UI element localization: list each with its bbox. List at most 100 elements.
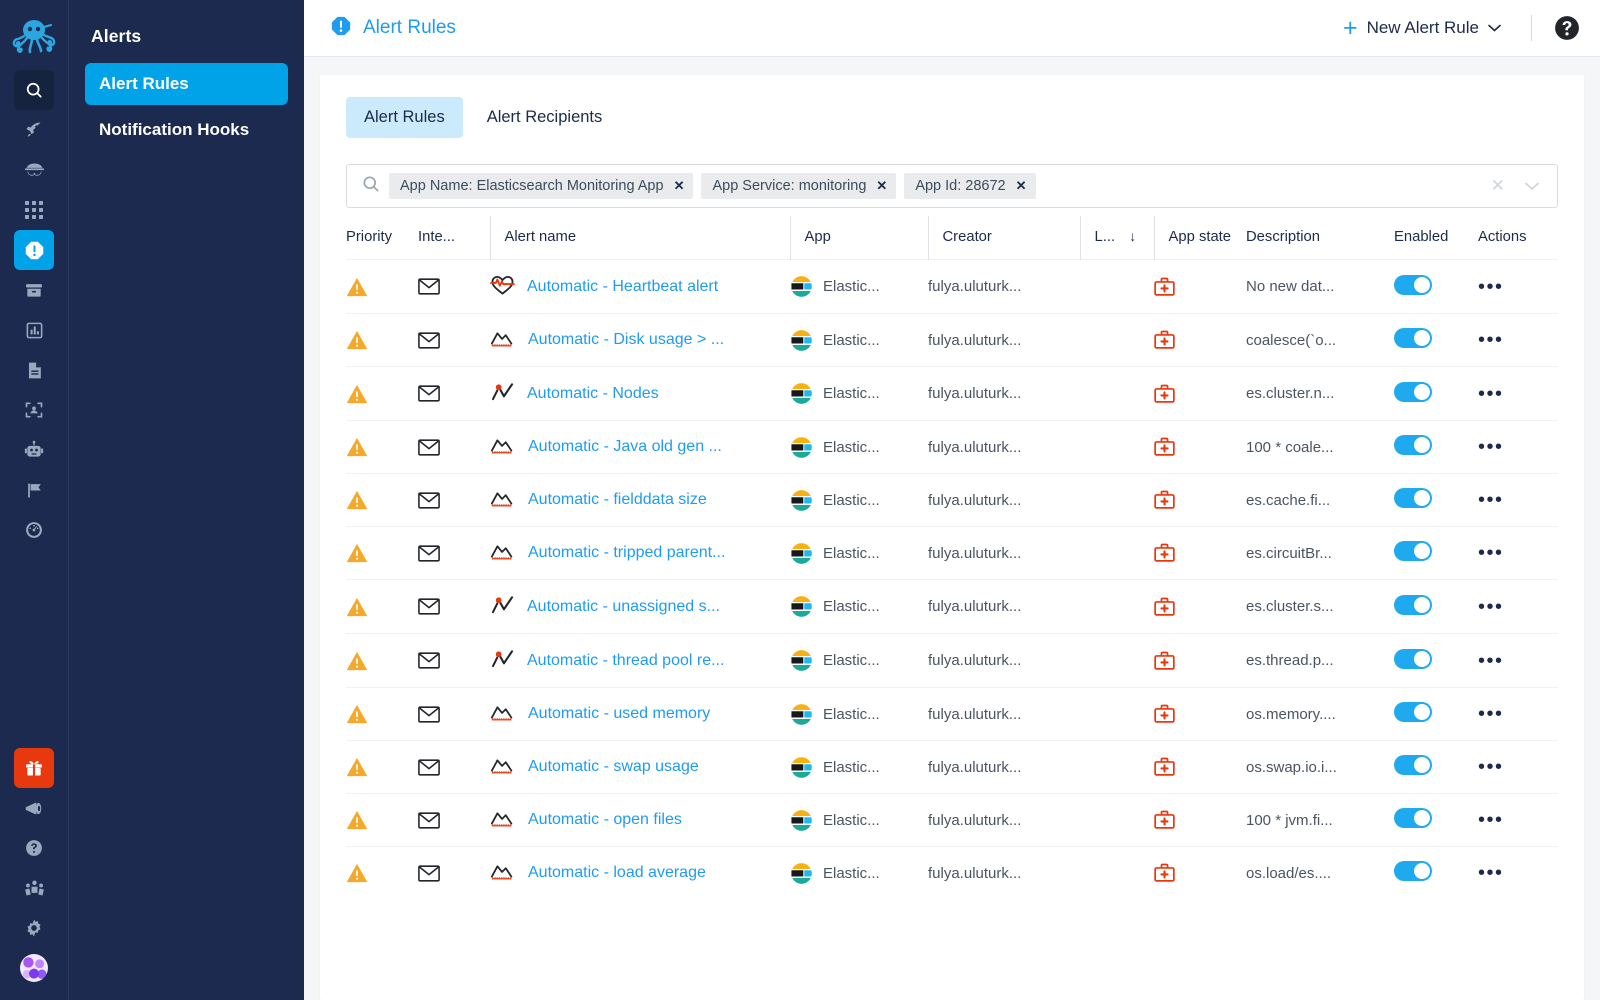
close-icon[interactable]: ✕ (876, 178, 887, 194)
envelope-icon[interactable] (418, 811, 490, 829)
gift-icon[interactable] (14, 748, 54, 788)
column-header-enabled[interactable]: Enabled (1394, 216, 1478, 260)
first-aid-kit-icon[interactable] (1154, 597, 1246, 617)
table-row[interactable]: Automatic - load average Elastic... fulya.… (346, 846, 1558, 899)
community-icon[interactable] (14, 868, 54, 908)
table-row[interactable]: Automatic - used memory Elastic... fulya.u… (346, 687, 1558, 741)
actions-menu-button[interactable]: ••• (1478, 809, 1504, 831)
help-circle-icon[interactable] (1554, 15, 1580, 41)
table-row[interactable]: Automatic - open files Elastic... fulya.ul… (346, 793, 1558, 847)
actions-menu-button[interactable]: ••• (1478, 756, 1504, 778)
enabled-toggle[interactable] (1394, 808, 1432, 828)
table-row[interactable]: Automatic - swap usage Elastic... fulya.ul… (346, 740, 1558, 794)
alert-name-link[interactable]: Automatic - fielddata size (528, 491, 707, 509)
column-header-priority[interactable]: Priority (346, 216, 418, 260)
spy-icon[interactable] (14, 150, 54, 190)
alert-name-link[interactable]: Automatic - Heartbeat alert (527, 278, 718, 296)
enabled-toggle[interactable] (1394, 541, 1432, 561)
filter-chip[interactable]: App Id: 28672 ✕ (904, 173, 1036, 199)
column-header-app[interactable]: App (789, 216, 928, 260)
actions-menu-button[interactable]: ••• (1478, 650, 1504, 672)
enabled-toggle[interactable] (1394, 594, 1432, 615)
gear-icon[interactable] (14, 908, 54, 948)
alert-name-link[interactable]: Automatic - unassigned s... (527, 598, 720, 616)
first-aid-kit-icon[interactable] (1154, 810, 1246, 830)
actions-menu-button[interactable]: ••• (1478, 542, 1504, 564)
actions-menu-button[interactable]: ••• (1478, 596, 1504, 618)
filter-chip[interactable]: App Name: Elasticsearch Monitoring App ✕ (389, 173, 694, 199)
column-header-creator[interactable]: Creator (927, 216, 1080, 260)
envelope-icon[interactable] (418, 544, 490, 562)
new-alert-rule-button[interactable]: + New Alert Rule (1335, 10, 1509, 47)
actions-menu-button[interactable]: ••• (1478, 436, 1504, 458)
envelope-icon[interactable] (418, 598, 490, 615)
tab-alert-recipients[interactable]: Alert Recipients (469, 97, 621, 138)
actions-menu-button[interactable]: ••• (1478, 862, 1504, 884)
enabled-toggle[interactable] (1394, 274, 1432, 295)
enabled-toggle[interactable] (1394, 381, 1432, 402)
enabled-toggle[interactable] (1394, 648, 1432, 669)
envelope-icon[interactable] (418, 491, 490, 509)
enabled-toggle[interactable] (1394, 861, 1432, 881)
envelope-icon[interactable] (418, 705, 490, 723)
envelope-icon[interactable] (418, 331, 490, 349)
enabled-toggle[interactable] (1394, 702, 1432, 722)
table-row[interactable]: Automatic - Java old gen ... Elastic... fu… (346, 420, 1558, 474)
column-header-app-state[interactable]: App state (1153, 216, 1246, 260)
actions-menu-button[interactable]: ••• (1478, 329, 1504, 351)
actions-menu-button[interactable]: ••• (1478, 383, 1504, 405)
alert-name-link[interactable]: Automatic - swap usage (528, 758, 699, 776)
table-row[interactable]: Automatic - unassigned s... Elastic... ful… (346, 579, 1558, 634)
alert-name-link[interactable]: Automatic - Disk usage > ... (528, 331, 724, 349)
alert-name-link[interactable]: Automatic - tripped parent... (528, 544, 725, 562)
alert-name-link[interactable]: Automatic - thread pool re... (527, 652, 724, 670)
envelope-icon[interactable] (418, 278, 490, 295)
megaphone-icon[interactable] (14, 788, 54, 828)
table-row[interactable]: Automatic - tripped parent... Elastic... f… (346, 526, 1558, 580)
grid-icon[interactable] (14, 190, 54, 230)
actions-menu-button[interactable]: ••• (1478, 703, 1504, 725)
alert-name-link[interactable]: Automatic - used memory (528, 705, 710, 723)
chevron-down-icon[interactable] (1519, 179, 1545, 194)
speedometer-icon[interactable] (14, 510, 54, 550)
actions-menu-button[interactable]: ••• (1478, 276, 1504, 298)
first-aid-kit-icon[interactable] (1154, 651, 1246, 671)
alert-name-link[interactable]: Automatic - open files (528, 811, 682, 829)
column-header-alert-name[interactable]: Alert name (489, 216, 790, 260)
table-row[interactable]: Automatic - fielddata size Elastic... fuly… (346, 473, 1558, 527)
envelope-icon[interactable] (418, 758, 490, 776)
clear-search-icon[interactable]: ✕ (1485, 176, 1511, 196)
column-header-l[interactable]: L... ↓ (1079, 216, 1154, 260)
avatar[interactable] (14, 948, 54, 988)
help-circle-icon[interactable] (14, 828, 54, 868)
actions-menu-button[interactable]: ••• (1478, 489, 1504, 511)
envelope-icon[interactable] (418, 385, 490, 402)
image-scan-icon[interactable] (14, 390, 54, 430)
alert-name-link[interactable]: Automatic - Nodes (527, 385, 659, 403)
first-aid-kit-icon[interactable] (1154, 384, 1246, 404)
table-row[interactable]: Automatic - Heartbeat alert Elastic... ful… (346, 259, 1558, 314)
first-aid-kit-icon[interactable] (1154, 437, 1246, 457)
envelope-icon[interactable] (418, 438, 490, 456)
flag-icon[interactable] (14, 470, 54, 510)
sidebar-item-alert-rules[interactable]: Alert Rules (85, 63, 288, 105)
robot-icon[interactable] (14, 430, 54, 470)
close-icon[interactable]: ✕ (674, 178, 685, 194)
first-aid-kit-icon[interactable] (1154, 704, 1246, 724)
first-aid-kit-icon[interactable] (1154, 490, 1246, 510)
sidebar-item-notification-hooks[interactable]: Notification Hooks (85, 109, 288, 151)
enabled-toggle[interactable] (1394, 755, 1432, 775)
alert-icon[interactable] (14, 230, 54, 270)
archive-icon[interactable] (14, 270, 54, 310)
enabled-toggle[interactable] (1394, 328, 1432, 348)
first-aid-kit-icon[interactable] (1154, 863, 1246, 883)
close-icon[interactable]: ✕ (1016, 178, 1027, 194)
search-bar[interactable]: App Name: Elasticsearch Monitoring App ✕… (346, 164, 1558, 208)
table-row[interactable]: Automatic - Disk usage > ... Elastic... fu… (346, 313, 1558, 367)
first-aid-kit-icon[interactable] (1154, 330, 1246, 350)
first-aid-kit-icon[interactable] (1154, 277, 1246, 297)
table-row[interactable]: Automatic - thread pool re... Elastic... f… (346, 633, 1558, 688)
first-aid-kit-icon[interactable] (1154, 543, 1246, 563)
tab-alert-rules[interactable]: Alert Rules (346, 97, 463, 138)
column-header-interaction[interactable]: Inte... (418, 216, 490, 260)
